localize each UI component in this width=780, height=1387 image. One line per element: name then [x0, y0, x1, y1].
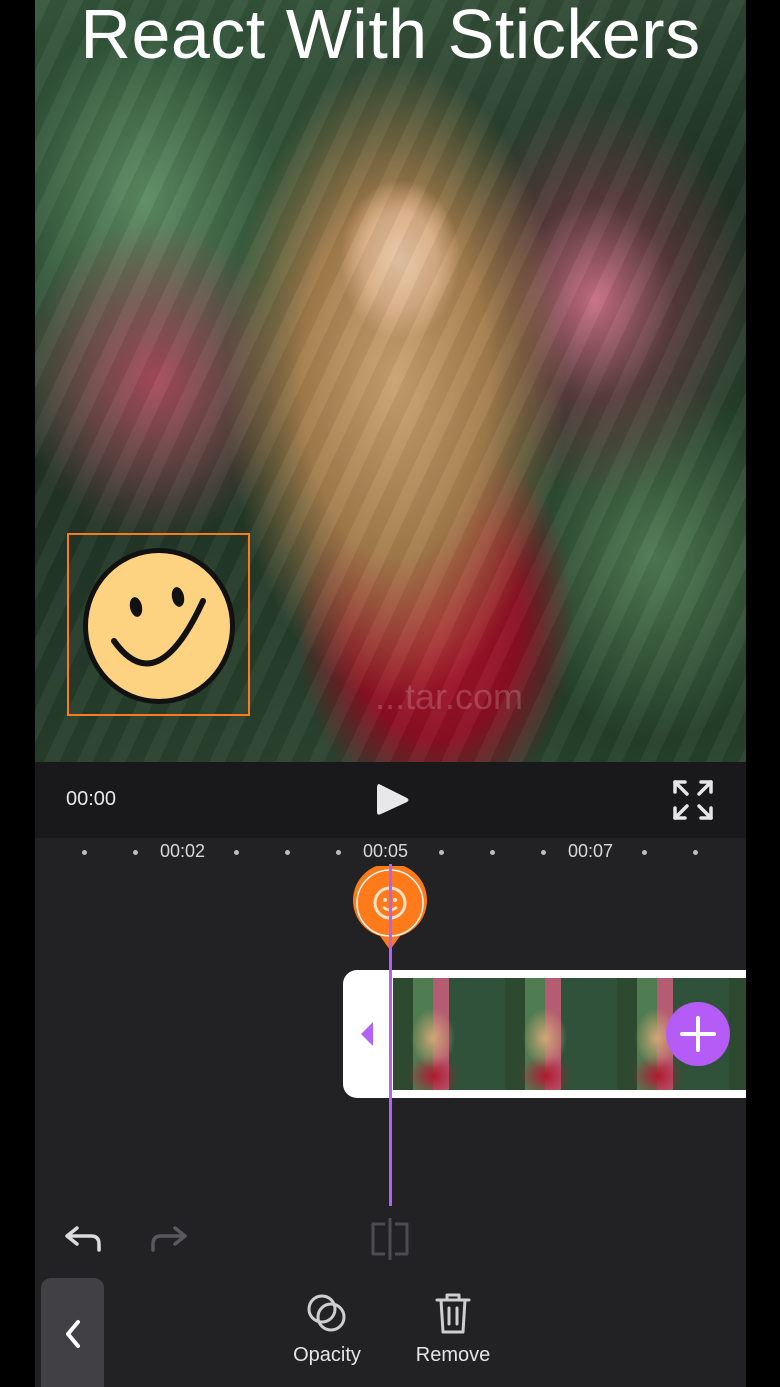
ruler-dot	[82, 850, 87, 855]
ruler-dot	[133, 850, 138, 855]
ruler-label: 00:02	[160, 841, 206, 861]
remove-tool-button[interactable]: Remove	[403, 1290, 503, 1367]
smiley-sticker-icon	[83, 548, 235, 704]
ruler-dot	[234, 850, 239, 855]
add-clip-button[interactable]	[666, 1002, 730, 1066]
player-controls: 00:00	[35, 762, 746, 838]
opacity-icon	[307, 1294, 346, 1332]
clip-trim-handle-icon[interactable]	[343, 970, 393, 1098]
selected-sticker[interactable]	[67, 533, 250, 716]
back-button[interactable]	[41, 1278, 104, 1387]
ruler-dot	[490, 850, 495, 855]
ruler-dot	[541, 850, 546, 855]
fullscreen-icon[interactable]	[671, 778, 715, 822]
screen-border	[746, 0, 780, 1387]
ruler-dot	[693, 850, 698, 855]
ruler-dot	[336, 850, 341, 855]
ruler-dot	[642, 850, 647, 855]
ruler-label: 00:05	[363, 841, 409, 861]
chevron-left-icon	[66, 1320, 80, 1348]
opacity-tool-button[interactable]: Opacity	[277, 1290, 377, 1367]
app-screen: React With Stickers ...tar.com 00:00 00:…	[35, 0, 746, 1387]
watermark-text: ...tar.com	[375, 676, 524, 717]
split-icon[interactable]	[367, 1216, 413, 1262]
trash-icon	[435, 1293, 471, 1334]
playhead[interactable]	[389, 864, 392, 1206]
undo-icon[interactable]	[63, 1222, 103, 1256]
opacity-label: Opacity	[293, 1344, 361, 1366]
ruler-dot	[439, 850, 444, 855]
redo-icon[interactable]	[149, 1222, 189, 1256]
text-overlay-title[interactable]: React With Stickers	[35, 0, 746, 72]
current-time: 00:00	[66, 788, 117, 810]
ruler-dot	[285, 850, 290, 855]
video-preview[interactable]: React With Stickers ...tar.com	[35, 0, 746, 762]
remove-label: Remove	[415, 1344, 491, 1366]
ruler-label: 00:07	[568, 841, 614, 861]
play-icon[interactable]	[373, 780, 413, 820]
